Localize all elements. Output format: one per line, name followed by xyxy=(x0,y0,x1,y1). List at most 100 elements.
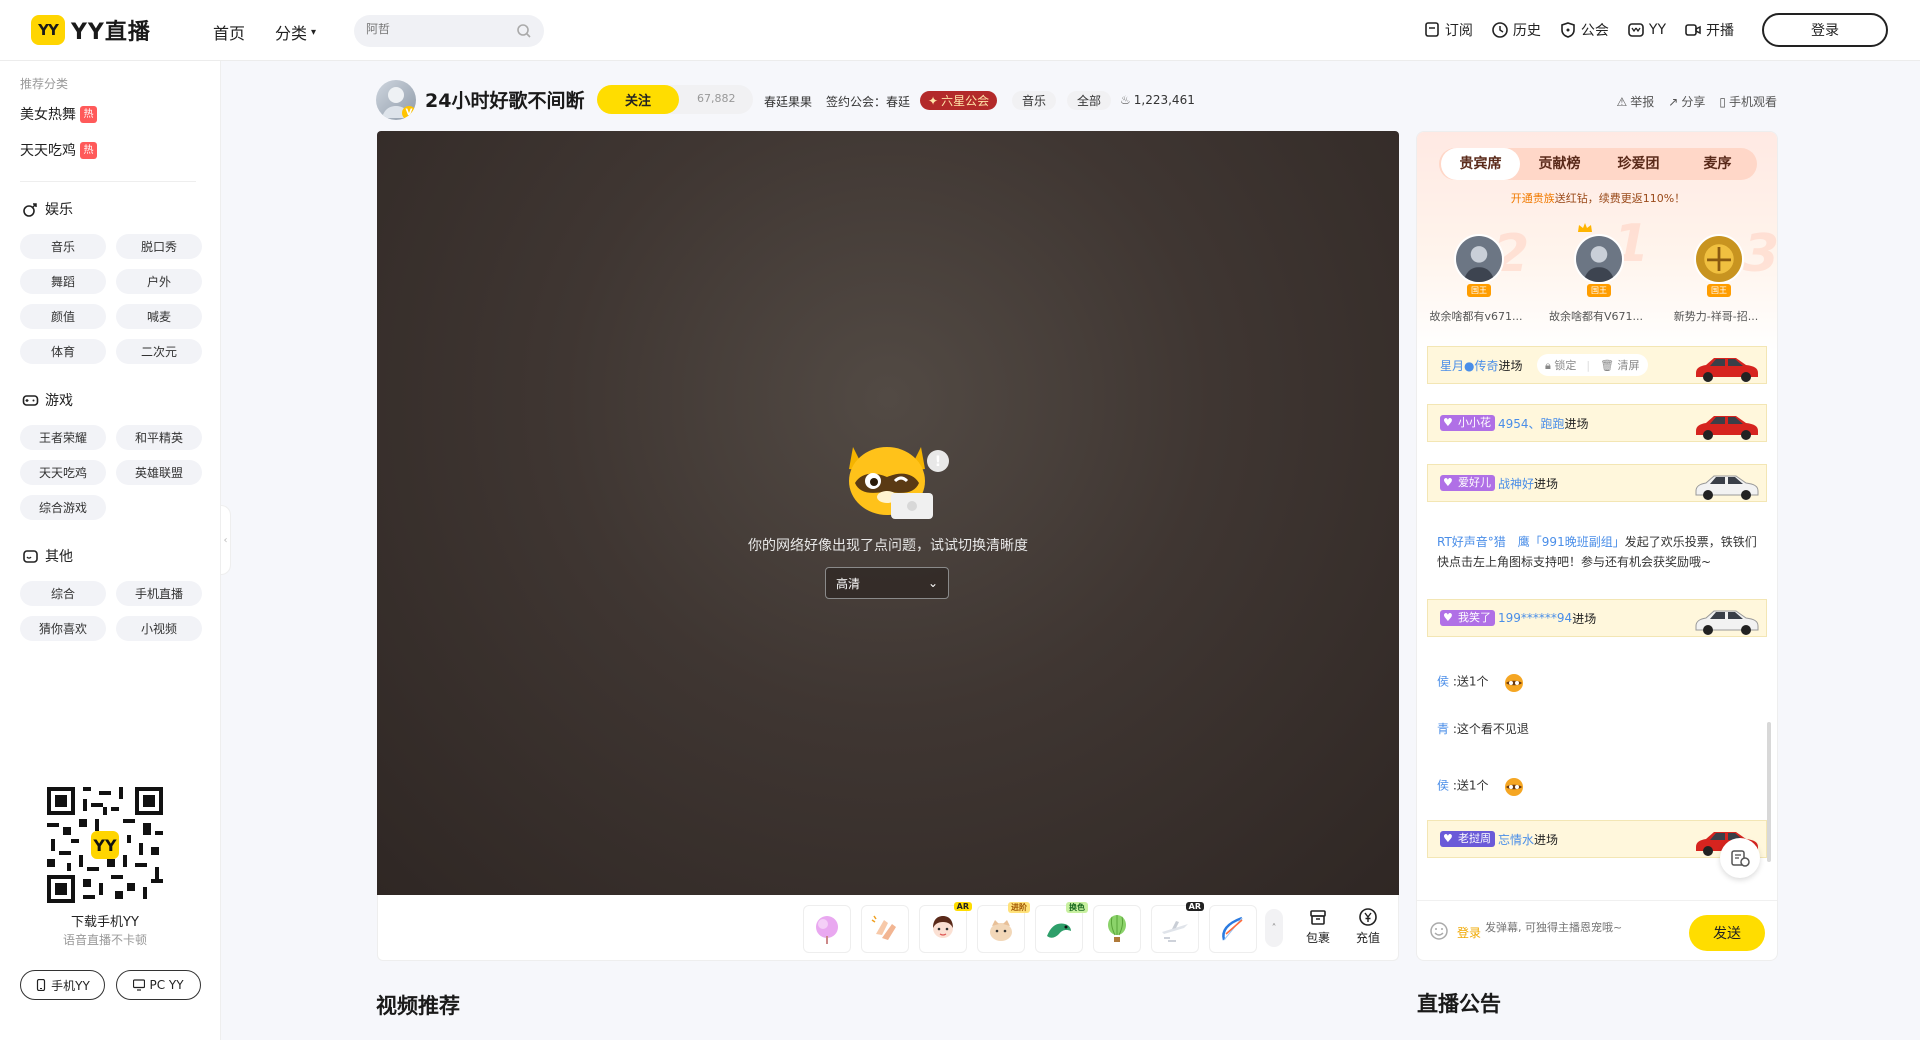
chip-sports[interactable]: 体育 xyxy=(20,339,106,364)
user-name[interactable]: RT好声音°猎 鹰「991晚班副组」 xyxy=(1437,535,1625,549)
tab-fan-club[interactable]: 珍爱团 xyxy=(1599,148,1678,180)
lock-button[interactable]: 🔒︎ 锁定 xyxy=(1545,357,1576,373)
user-name[interactable]: 星月●传奇 xyxy=(1440,357,1498,374)
chip-dance[interactable]: 舞蹈 xyxy=(20,269,106,294)
history-link[interactable]: 历史 xyxy=(1491,20,1541,40)
hot-air-balloon-gift-icon xyxy=(1108,915,1126,942)
search-input[interactable] xyxy=(366,22,506,36)
sidebar-collapse-toggle[interactable]: ‹ xyxy=(221,505,231,575)
guild-name[interactable]: 签约公会：春廷 xyxy=(826,93,910,110)
chip-music[interactable]: 音乐 xyxy=(20,234,106,259)
bag-button[interactable]: 包裹 xyxy=(1298,907,1338,946)
chat-filter-icon xyxy=(1731,850,1750,867)
search-box[interactable] xyxy=(354,15,544,47)
nav-category[interactable]: 分类 ▾ xyxy=(275,20,316,44)
chip-peace-elite[interactable]: 和平精英 xyxy=(116,425,202,450)
danmaku-input[interactable] xyxy=(1485,921,1635,934)
tab-vip-seats[interactable]: 贵宾席 xyxy=(1441,148,1520,180)
star-guild-badge[interactable]: ✦ 六星公会 xyxy=(920,91,998,110)
mobile-watch-button[interactable]: ▯ 手机观看 xyxy=(1719,93,1777,110)
gift-item[interactable]: 换色 xyxy=(1035,902,1088,953)
vote-message: RT好声音°猎 鹰「991晚班副组」发起了欢乐投票，铁铁们快点击左上角图标支持吧… xyxy=(1437,532,1757,572)
gift-item[interactable]: AR xyxy=(1151,902,1204,953)
rec-item-chicken[interactable]: 天天吃鸡 热 xyxy=(20,140,97,160)
user-name[interactable]: 青 xyxy=(1437,722,1449,736)
user-name[interactable]: 侯 xyxy=(1437,779,1449,793)
chevron-down-icon: ▾ xyxy=(311,26,317,38)
nav-home[interactable]: 首页 xyxy=(213,20,245,44)
guild-link[interactable]: 公会 xyxy=(1559,20,1609,40)
red-car-icon xyxy=(1696,416,1758,440)
gift-tag: AR xyxy=(1185,902,1204,911)
room-actions: ⚠ 举报 ↗ 分享 ▯ 手机观看 xyxy=(1617,93,1777,110)
chat-area[interactable]: 🔒︎ 锁定 | 🗑︎ 清屏 星月●传奇进场 小小花4954、跑跑进场 爱好儿战神… xyxy=(1417,346,1777,900)
gift-item[interactable]: AR xyxy=(919,902,972,953)
chip-general[interactable]: 综合 xyxy=(20,581,106,606)
subscribe-link[interactable]: 订阅 xyxy=(1423,20,1473,40)
gift-item[interactable] xyxy=(861,905,909,953)
search-icon[interactable] xyxy=(516,23,532,39)
user-name[interactable]: 战神好 xyxy=(1498,475,1534,492)
podium-third[interactable]: 3 国王 新势力-祥哥-招... xyxy=(1661,220,1777,350)
gift-item[interactable] xyxy=(1093,905,1141,953)
quality-select[interactable]: 高清 ⌄ xyxy=(825,567,949,599)
chip-guess-you-like[interactable]: 猜你喜欢 xyxy=(20,616,106,641)
host-name[interactable]: 春廷果果 xyxy=(764,93,812,110)
rec-item-dance[interactable]: 美女热舞 热 xyxy=(20,104,97,124)
send-button[interactable]: 发送 xyxy=(1689,915,1765,951)
user-name[interactable]: 侯 xyxy=(1437,675,1449,689)
download-pc-button[interactable]: PC YY xyxy=(116,970,201,1000)
chip-shout[interactable]: 喊麦 xyxy=(116,304,202,329)
chip-general-games[interactable]: 综合游戏 xyxy=(20,495,106,520)
noble-promo-link[interactable]: 开通贵族 xyxy=(1511,192,1555,205)
tag-music[interactable]: 音乐 xyxy=(1012,91,1057,110)
chat-scrollbar[interactable] xyxy=(1767,722,1771,862)
chip-short-video[interactable]: 小视频 xyxy=(116,616,202,641)
video-player[interactable]: ! 你的网络好像出现了点问题，试试切换清晰度 高清 ⌄ xyxy=(377,131,1399,895)
tag-all[interactable]: 全部 xyxy=(1067,91,1112,110)
chip-chicken[interactable]: 天天吃鸡 xyxy=(20,460,106,485)
chip-mobile-live[interactable]: 手机直播 xyxy=(116,581,202,606)
rec-category-title: 推荐分类 xyxy=(20,77,69,91)
noble-promo[interactable]: 开通贵族送红钻，续费更返110%！ xyxy=(1417,190,1777,206)
emoji-icon[interactable] xyxy=(1429,921,1449,941)
login-button[interactable]: 登录 xyxy=(1762,13,1888,47)
section-title: 其他 xyxy=(45,549,73,565)
chat-settings-button[interactable] xyxy=(1720,838,1760,878)
chip-anime[interactable]: 二次元 xyxy=(116,339,202,364)
chip-honor-of-kings[interactable]: 王者荣耀 xyxy=(20,425,106,450)
gift-item[interactable] xyxy=(1209,905,1257,953)
chip-looks[interactable]: 颜值 xyxy=(20,304,106,329)
other-grid: 综合 手机直播 猜你喜欢 小视频 xyxy=(20,581,202,641)
streamer-avatar[interactable]: V xyxy=(376,80,416,120)
user-name[interactable]: 199******94 xyxy=(1498,611,1572,625)
user-name[interactable]: 4954、跑跑 xyxy=(1498,415,1565,432)
chip-talkshow[interactable]: 脱口秀 xyxy=(116,234,202,259)
qr-code: YY xyxy=(47,787,163,903)
gift-item[interactable]: 进阶 xyxy=(977,902,1030,953)
yy-logo[interactable]: YY YY直播 xyxy=(31,14,151,46)
bag-icon xyxy=(1310,910,1326,925)
follow-button[interactable]: 关注 xyxy=(597,85,679,114)
chat-login-link[interactable]: 登录 xyxy=(1457,924,1481,941)
recharge-button[interactable]: 充值 xyxy=(1348,907,1388,946)
tab-contribution[interactable]: 贡献榜 xyxy=(1520,148,1599,180)
enter-row: 小小花4954、跑跑进场 xyxy=(1427,404,1767,442)
level-badge: 老挝周 xyxy=(1440,831,1495,847)
tab-mic-queue[interactable]: 麦序 xyxy=(1678,148,1757,180)
user-name[interactable]: 忘情水 xyxy=(1498,831,1534,848)
podium-first[interactable]: 1 国王 故余啥都有V671... xyxy=(1541,214,1651,350)
download-mobile-button[interactable]: 手机YY xyxy=(20,970,105,1000)
lock-icon: 🔒︎ xyxy=(1545,359,1551,372)
chip-outdoor[interactable]: 户外 xyxy=(116,269,202,294)
go-live-link[interactable]: 开播 xyxy=(1684,20,1734,40)
chip-lol[interactable]: 英雄联盟 xyxy=(116,460,202,485)
report-button[interactable]: ⚠ 举报 xyxy=(1617,93,1655,110)
share-button[interactable]: ↗ 分享 xyxy=(1668,93,1705,110)
podium-second[interactable]: 2 国王 故余啥都有v671... xyxy=(1421,220,1531,350)
enter-row: 老挝周忘情水进场 xyxy=(1427,820,1767,858)
gift-item[interactable] xyxy=(803,905,851,953)
more-gifts-toggle[interactable]: ˄ xyxy=(1265,909,1283,947)
yy-link[interactable]: YY xyxy=(1627,21,1666,39)
clear-button[interactable]: 🗑︎ 清屏 xyxy=(1600,357,1639,373)
